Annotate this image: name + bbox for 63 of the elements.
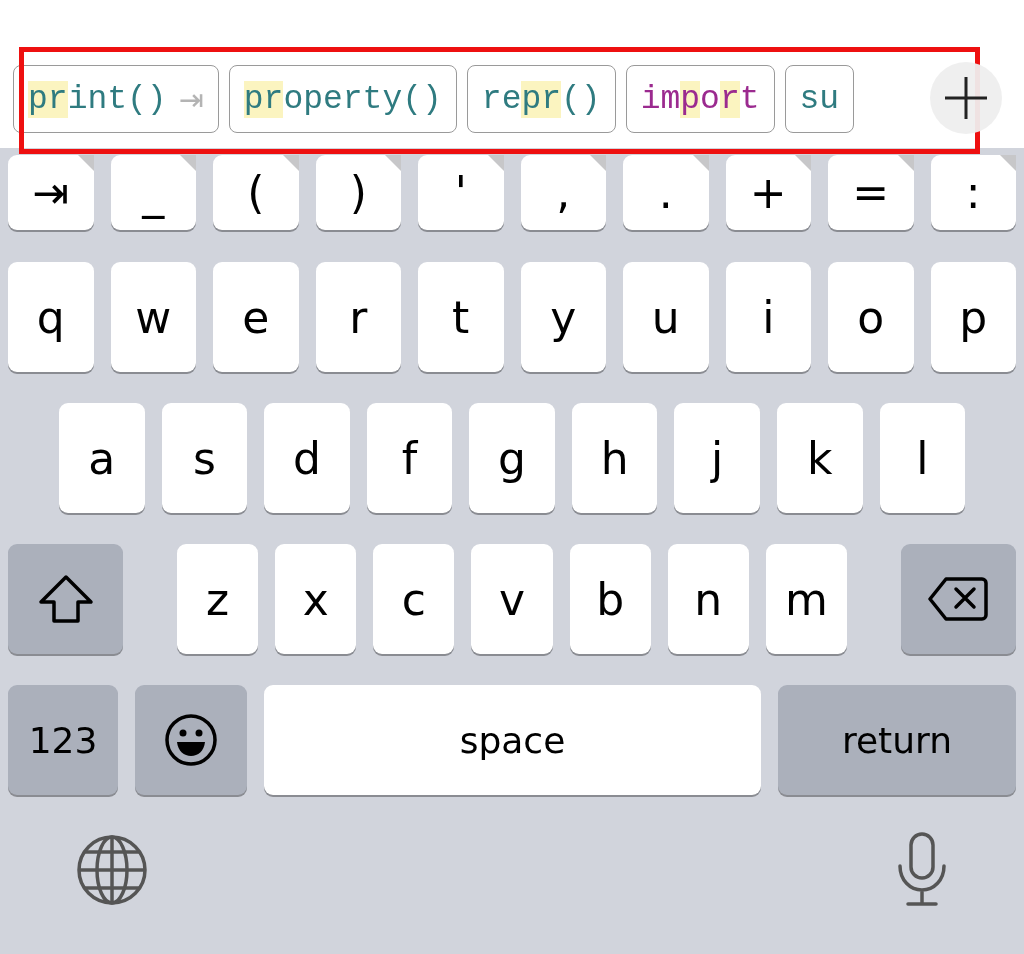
corner-icon xyxy=(590,155,606,171)
letter-key[interactable]: i xyxy=(725,262,811,372)
corner-icon xyxy=(282,155,299,171)
letter-key[interactable]: c xyxy=(373,544,455,654)
corner-icon xyxy=(487,155,504,171)
shift-key[interactable] xyxy=(8,544,123,654)
symbol-key[interactable]: _ xyxy=(110,155,196,230)
corner-icon xyxy=(385,155,401,171)
letter-key[interactable]: k xyxy=(776,403,863,513)
backspace-key[interactable] xyxy=(901,544,1016,654)
letter-key[interactable]: p xyxy=(930,262,1016,372)
corner-icon xyxy=(1000,155,1016,171)
corner-icon xyxy=(897,155,914,171)
symbol-key[interactable]: . xyxy=(623,155,709,230)
corner-icon xyxy=(795,155,811,171)
space-key[interactable]: space xyxy=(264,685,761,795)
letter-key[interactable]: j xyxy=(674,403,760,513)
suggestion-chip[interactable]: import xyxy=(625,65,775,133)
symbol-key[interactable]: ) xyxy=(315,155,401,230)
shift-icon xyxy=(37,574,94,624)
corner-icon xyxy=(77,155,94,171)
suggestion-chip[interactable]: repr() xyxy=(466,65,616,133)
letter-key[interactable]: u xyxy=(623,262,709,372)
suggestion-chip[interactable]: su xyxy=(784,65,855,133)
symbol-key[interactable]: ' xyxy=(418,155,504,230)
letter-key[interactable]: d xyxy=(264,403,350,513)
suggestion-chip[interactable]: print() ⇥ xyxy=(13,65,219,133)
letter-key[interactable]: y xyxy=(520,262,606,372)
letter-key[interactable]: r xyxy=(315,262,401,372)
smiley-icon xyxy=(164,713,218,767)
symbol-key[interactable]: , xyxy=(520,155,606,230)
symbol-key[interactable]: ⇥ xyxy=(8,155,94,230)
symbol-key[interactable]: + xyxy=(725,155,811,230)
letter-key[interactable]: m xyxy=(765,544,847,654)
plus-icon xyxy=(943,75,989,121)
letter-key[interactable]: x xyxy=(275,544,357,654)
letter-key[interactable]: b xyxy=(569,544,651,654)
emoji-key[interactable] xyxy=(135,685,247,795)
letter-key[interactable]: s xyxy=(161,403,248,513)
numbers-key[interactable]: 123 xyxy=(8,685,118,795)
letter-key[interactable]: f xyxy=(366,403,453,513)
letter-key[interactable]: a xyxy=(59,403,145,513)
letter-key[interactable]: t xyxy=(418,262,504,372)
letter-key[interactable]: n xyxy=(667,544,749,654)
letter-key[interactable]: g xyxy=(469,403,555,513)
letter-key[interactable]: e xyxy=(213,262,299,372)
letter-key[interactable]: o xyxy=(828,262,914,372)
letter-key[interactable]: l xyxy=(879,403,966,513)
symbol-key[interactable]: = xyxy=(828,155,914,230)
letter-key[interactable]: w xyxy=(110,262,196,372)
microphone-icon[interactable] xyxy=(896,832,948,908)
letter-key[interactable]: v xyxy=(471,544,553,654)
corner-icon xyxy=(692,155,709,171)
suggestion-chip[interactable]: property() xyxy=(228,65,457,133)
symbol-key[interactable]: ( xyxy=(213,155,299,230)
globe-icon[interactable] xyxy=(76,834,148,906)
letter-key[interactable]: q xyxy=(8,262,94,372)
corner-icon xyxy=(180,155,196,171)
symbol-key[interactable]: : xyxy=(930,155,1016,230)
letter-key[interactable]: h xyxy=(571,403,658,513)
backspace-icon xyxy=(928,576,989,622)
letter-key[interactable]: z xyxy=(177,544,259,654)
return-key[interactable]: return xyxy=(778,685,1016,795)
